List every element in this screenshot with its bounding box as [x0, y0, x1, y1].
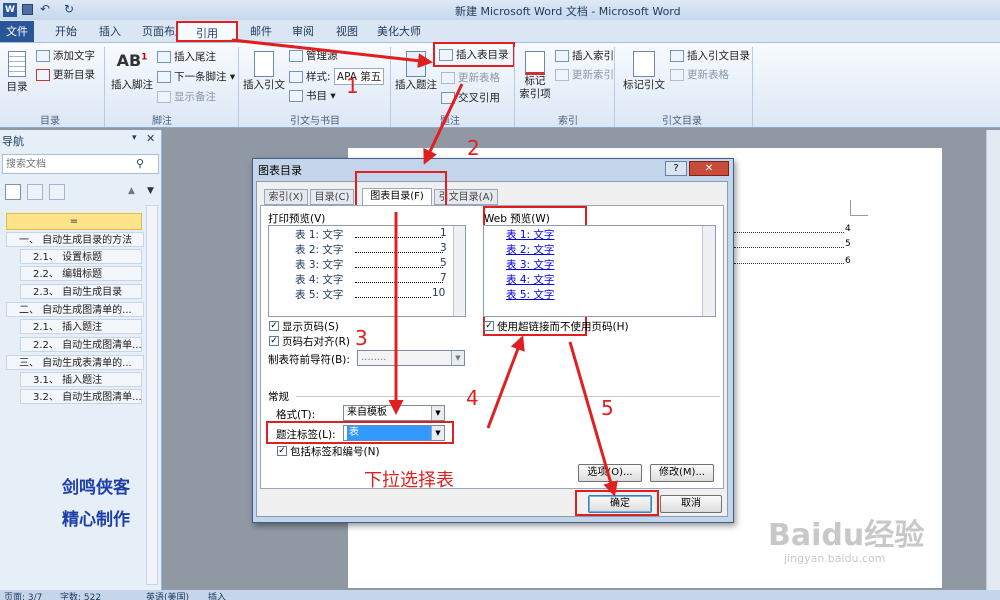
- annotation-note: 下拉选择表: [364, 470, 454, 491]
- step-number: 2: [467, 136, 480, 160]
- arrow-2: [423, 83, 464, 165]
- annotation-arrows: [231, 38, 618, 497]
- arrow-1: [231, 38, 433, 69]
- arrow-4: [486, 335, 525, 429]
- step-number: 5: [601, 396, 614, 420]
- step-number: 3: [355, 326, 368, 350]
- tab-table-of-figures[interactable]: 图表目录(F): [362, 188, 432, 206]
- step-number: 4: [466, 386, 479, 410]
- step-number: 1: [346, 74, 359, 98]
